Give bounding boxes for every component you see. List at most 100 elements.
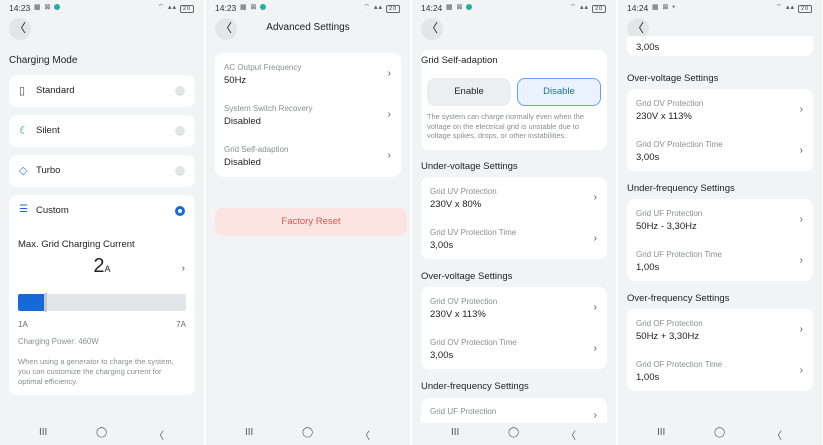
system-nav-bar: III ◯ 〈 (412, 423, 616, 445)
setting-grid-uf-protection[interactable]: Grid UF Protection 50Hz - 3,30Hz › (627, 209, 813, 232)
custom-note: When using a generator to charge the sys… (18, 357, 174, 386)
setting-grid-ov-protection[interactable]: Grid OV Protection 230V x 113% › (421, 297, 607, 320)
setting-label: Grid UF Protection (636, 209, 703, 218)
uf-settings-card: Grid UF Protection 50Hz - 3,30Hz › Grid … (627, 199, 813, 281)
setting-value: 230V x 113% (430, 309, 486, 320)
signal-icons: ⌔ ▴▴ 20 (570, 3, 606, 13)
back-icon[interactable]: 〈 (772, 427, 782, 442)
setting-label: Grid UF Protection Time (636, 250, 722, 259)
chevron-right-icon: › (799, 324, 803, 335)
chevron-right-icon: › (593, 233, 597, 244)
recents-icon[interactable]: III (39, 427, 47, 438)
grid-self-adaption-title: Grid Self-adaption (421, 55, 498, 66)
grid-settings-screen: 14:24 ▦ ⊠ ⌔ ▴▴ 20 〈 Grid Self-adaption E… (412, 0, 616, 445)
chevron-right-icon: › (799, 214, 803, 225)
battery-icon: 20 (798, 5, 812, 13)
notification-icons: ▦ ⊠ • (652, 4, 676, 11)
setting-grid-uf-protection[interactable]: Grid UF Protection › (421, 407, 607, 421)
sliders-icon: ☰ (19, 204, 28, 215)
recents-icon[interactable]: III (245, 427, 253, 438)
signal-icons: ⌔ ▴▴ 20 (158, 3, 194, 13)
setting-label: Grid OF Protection Time (636, 360, 723, 369)
setting-label: AC Output Frequency (224, 63, 302, 72)
section-title: Charging Mode (9, 55, 78, 66)
grid-self-adaption-card: Grid Self-adaption Enable Disable The sy… (421, 50, 607, 150)
chevron-right-icon: › (799, 365, 803, 376)
setting-label: Grid OV Protection (636, 99, 704, 108)
advanced-settings-screen: 14:23 ▦ ⊠ ⌔ ▴▴ 20 〈 Advanced Settings AC… (206, 0, 410, 445)
enable-button[interactable]: Enable (427, 78, 511, 106)
setting-grid-ov-protection-time[interactable]: Grid OV Protection Time 3,00s › (421, 338, 607, 361)
mode-standard[interactable]: ▯ Standard (9, 75, 195, 107)
setting-grid-uv-protection-time[interactable]: Grid UV Protection Time 3,00s › (421, 228, 607, 251)
chevron-right-icon: › (799, 255, 803, 266)
ov-settings-card: Grid OV Protection 230V x 113% › Grid OV… (627, 89, 813, 171)
mode-silent[interactable]: ☾ Silent (9, 115, 195, 147)
advanced-settings-list: AC Output Frequency 50Hz › System Switch… (215, 53, 401, 177)
grid-note: The system can charge normally even when… (427, 112, 584, 140)
setting-grid-of-protection[interactable]: Grid OF Protection 50Hz + 3,30Hz › (627, 319, 813, 342)
setting-grid-uf-protection-time[interactable]: Grid UF Protection Time 1,00s › (627, 250, 813, 273)
radio-standard[interactable] (175, 86, 185, 96)
setting-system-switch-recovery[interactable]: System Switch Recovery Disabled › (215, 104, 401, 127)
home-icon[interactable]: ◯ (508, 427, 519, 438)
radio-silent[interactable] (175, 126, 185, 136)
setting-grid-ov-protection-time[interactable]: Grid OV Protection Time 3,00s › (627, 140, 813, 163)
battery-icon: 20 (592, 5, 606, 13)
setting-value: 50Hz + 3,30Hz (636, 331, 700, 342)
back-button[interactable]: 〈 (9, 18, 31, 40)
system-nav-bar: III ◯ 〈 (618, 423, 822, 445)
mode-turbo[interactable]: ◇ Turbo (9, 155, 195, 187)
mode-custom[interactable]: ☰ Custom (9, 195, 195, 227)
ov-section-title: Over-voltage Settings (627, 73, 719, 84)
current-value[interactable]: 2A (9, 255, 195, 278)
setting-value: 3,00s (636, 42, 660, 53)
mode-label: Standard (36, 85, 75, 96)
current-number: 2 (93, 255, 105, 277)
diamond-icon: ◇ (19, 165, 28, 177)
setting-label: Grid OV Protection Time (430, 338, 517, 347)
max-current-title: Max. Grid Charging Current (18, 239, 135, 250)
setting-grid-self-adaption[interactable]: Grid Self-adaption Disabled › (215, 145, 401, 168)
home-icon[interactable]: ◯ (302, 427, 313, 438)
status-time: 14:23 (215, 3, 237, 13)
radio-custom[interactable] (175, 206, 185, 216)
setting-label: Grid OV Protection (430, 297, 498, 306)
home-icon[interactable]: ◯ (714, 427, 725, 438)
disable-button[interactable]: Disable (517, 78, 601, 106)
chevron-right-icon: › (387, 150, 391, 161)
setting-label: Grid UF Protection (430, 407, 497, 416)
radio-turbo[interactable] (175, 166, 185, 176)
setting-ac-output-frequency[interactable]: AC Output Frequency 50Hz › (215, 63, 401, 86)
current-slider[interactable] (18, 293, 186, 312)
recents-icon[interactable]: III (451, 427, 459, 438)
status-time: 14:24 (627, 3, 649, 13)
setting-grid-of-protection-time[interactable]: Grid OF Protection Time 1,00s › (627, 360, 813, 383)
chevron-right-icon[interactable]: › (182, 263, 185, 274)
back-icon[interactable]: 〈 (360, 427, 370, 442)
notification-icons: ▦ ⊠ (240, 3, 267, 11)
setting-grid-ov-protection[interactable]: Grid OV Protection 230V x 113% › (627, 99, 813, 122)
home-icon[interactable]: ◯ (96, 427, 107, 438)
chevron-right-icon: › (387, 109, 391, 120)
recents-icon[interactable]: III (657, 427, 665, 438)
status-bar: 14:24 ▦ ⊠ ⌔ ▴▴ 20 (412, 0, 616, 16)
setting-value: 3,00s (430, 240, 454, 251)
setting-value: 230V x 80% (430, 199, 482, 210)
back-button[interactable]: 〈 (421, 18, 443, 40)
setting-label: Grid OF Protection (636, 319, 703, 328)
uf-section-title: Under-frequency Settings (421, 381, 529, 392)
setting-label: Grid UV Protection Time (430, 228, 517, 237)
setting-value: 230V x 113% (636, 111, 692, 122)
uv-settings-card: Grid UV Protection 230V x 80% › Grid UV … (421, 177, 607, 259)
setting-value: 3,00s (636, 152, 660, 163)
factory-reset-button[interactable]: Factory Reset (215, 208, 407, 236)
back-icon[interactable]: 〈 (154, 427, 164, 442)
setting-label: Grid UV Protection (430, 187, 497, 196)
slider-thumb[interactable] (43, 293, 47, 312)
setting-grid-uv-protection[interactable]: Grid UV Protection 230V x 80% › (421, 187, 607, 210)
chevron-right-icon: › (799, 145, 803, 156)
chevron-right-icon: › (593, 410, 597, 421)
setting-label: Grid OV Protection Time (636, 140, 723, 149)
back-icon[interactable]: 〈 (566, 427, 576, 442)
